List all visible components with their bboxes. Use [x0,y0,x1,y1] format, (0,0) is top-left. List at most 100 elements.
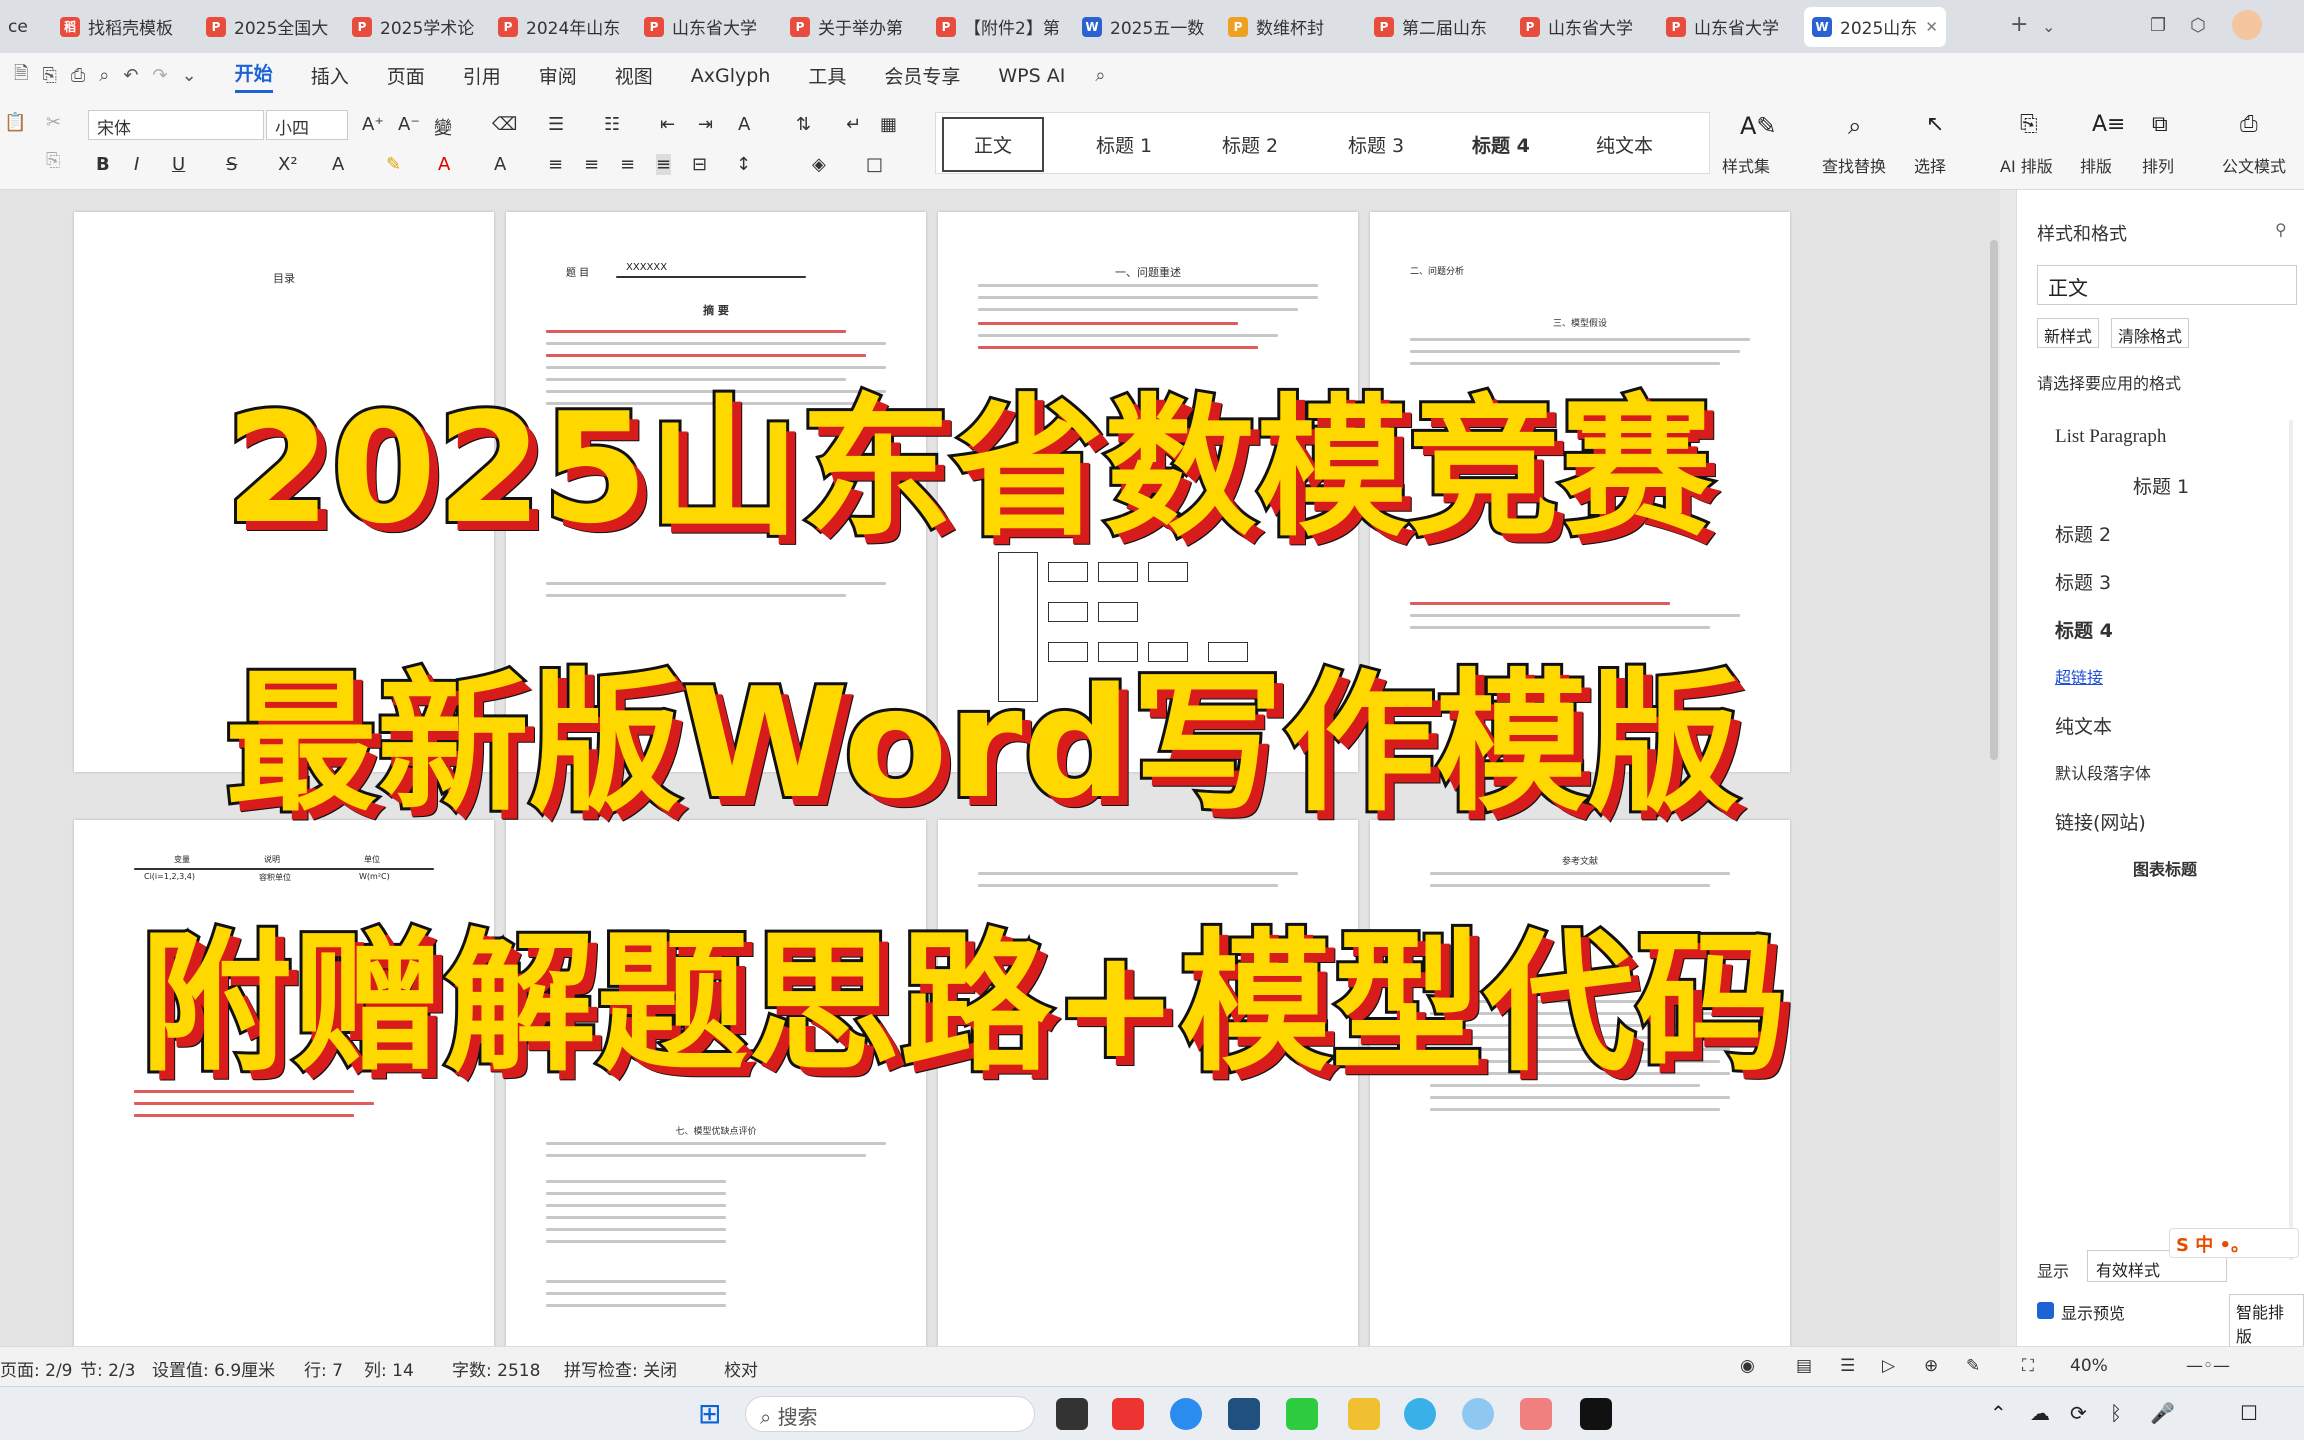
tray-chevron-icon[interactable]: ⌃ [1990,1401,2007,1425]
taskbar-search[interactable]: ⌕ 搜索 [745,1396,1035,1432]
numbering-icon[interactable]: ☷ [604,114,620,135]
borders-icon[interactable]: □ [866,154,883,175]
ai-layout-label[interactable]: AI 排版 [2000,153,2053,177]
text-effect-icon[interactable]: A [332,154,344,175]
font-size-select[interactable]: 小四 [266,110,348,140]
shading-icon[interactable]: ◈ [812,154,826,175]
arrange-icon[interactable]: ⧉ [2152,112,2178,138]
capcut-icon[interactable] [1580,1398,1612,1430]
proofread-button[interactable]: 校对 [724,1356,758,1381]
bold-icon[interactable]: B [96,154,110,175]
official-mode-label[interactable]: 公文模式 [2222,153,2286,177]
find-replace-label[interactable]: 查找替换 [1822,153,1886,177]
style-item[interactable]: 默认段落字体 [2055,760,2151,784]
redo-icon[interactable]: ↷ [152,65,167,86]
wechat-icon[interactable] [1286,1398,1318,1430]
show-marks-icon[interactable]: ↵ [846,114,861,135]
browser-tab[interactable]: P 第二届山东 [1366,7,1508,47]
browser-tab[interactable]: P 数维杯封 [1220,7,1362,47]
style-item[interactable]: 超链接 [2055,664,2103,688]
style-set-label[interactable]: 样式集 [1722,153,1770,177]
close-icon[interactable]: ✕ [1925,18,1938,36]
tab-insert[interactable]: 插入 [311,62,349,89]
browser-tab[interactable]: P 【附件2】第 [928,7,1070,47]
browser-tab[interactable]: P 山东省大学 [1658,7,1800,47]
align-center-icon[interactable]: ≡ [584,154,599,175]
style-plain-text[interactable]: 纯文本 [1596,131,1653,158]
style-normal[interactable]: 正文 [942,117,1045,172]
distribute-icon[interactable]: ⊟ [692,154,707,175]
app-icon[interactable] [1228,1398,1260,1430]
find-replace-icon[interactable]: ⌕ [1848,112,1874,140]
select-label[interactable]: 选择 [1914,153,1946,177]
tab-references[interactable]: 引用 [463,62,501,89]
pen-icon[interactable]: ✎ [1966,1356,1980,1376]
eye-icon[interactable]: ◉ [1740,1356,1755,1376]
align-right-icon[interactable]: ≡ [620,154,635,175]
add-tab-icon[interactable]: + [2010,12,2028,37]
browser-tab[interactable]: P 2025全国大 [198,7,340,47]
window-restore-icon[interactable]: ❐ [2150,15,2166,36]
style-item[interactable]: 标题 4 [2055,616,2113,643]
browser-tab[interactable]: P 山东省大学 [636,7,778,47]
official-mode-icon[interactable]: ⎙ [2240,112,2266,138]
style-item[interactable]: 标题 1 [2133,472,2189,499]
photos-icon[interactable] [1462,1398,1494,1430]
browser-tab[interactable]: P 山东省大学 [1512,7,1654,47]
tab-home[interactable]: 开始 [234,59,273,93]
folder-icon[interactable] [1348,1398,1380,1430]
browser-tab[interactable]: 稻找稻壳模板 [52,7,194,47]
save-icon[interactable]: 🗎 [14,61,28,91]
wps-icon[interactable] [1112,1398,1144,1430]
mic-icon[interactable]: 🎤 [2150,1401,2175,1425]
style-heading-1[interactable]: 标题 1 [1096,131,1152,158]
layout-label[interactable]: 排版 [2080,153,2112,177]
align-left-icon[interactable]: ≡ [548,154,563,175]
highlight-icon[interactable]: ✎ [386,154,401,175]
windows-start-icon[interactable]: ⊞ [698,1397,721,1430]
superscript-icon[interactable]: X² [278,154,298,175]
preview-icon[interactable]: ⌕ [99,65,109,86]
strikethrough-icon[interactable]: S [226,154,237,175]
web-view-icon[interactable]: ⊕ [1924,1356,1938,1376]
table-icon[interactable]: ▦ [880,114,897,135]
outline-view-icon[interactable]: ☰ [1840,1356,1855,1376]
undo-icon[interactable]: ↶ [123,65,138,86]
browser-tab[interactable]: W 2025五一数 [1074,7,1216,47]
cut-icon[interactable]: ✂ [46,112,61,133]
browser-tab[interactable]: P 关于举办第 [782,7,924,47]
style-item[interactable]: 纯文本 [2055,712,2112,739]
fit-page-icon[interactable]: ⛶ [2022,1356,2034,1376]
font-color-icon[interactable]: A [438,154,450,175]
format-painter-icon[interactable]: ⎘ [46,150,60,171]
select-icon[interactable]: ↖ [1926,112,1952,138]
chevron-down-icon[interactable]: ⌄ [2042,17,2055,36]
style-item[interactable]: 标题 2 [2055,520,2111,547]
export-icon[interactable]: ⎘ [42,65,56,86]
setting-value[interactable]: 设置值: 6.9厘米 [152,1356,275,1381]
preview-checkbox[interactable] [2037,1302,2054,1319]
word-count[interactable]: 字数: 2518 [452,1356,540,1381]
tab-member[interactable]: 会员专享 [884,62,960,89]
more-icon[interactable]: ⌄ [182,65,197,86]
style-set-icon[interactable]: A✎ [1740,112,1777,140]
line-spacing-icon[interactable]: ↕ [736,154,751,175]
notification-icon[interactable]: ☐ [2240,1401,2258,1425]
ime-toolbar[interactable]: S 中 •。 [2169,1228,2299,1258]
tab-page[interactable]: 页面 [387,62,425,89]
italic-icon[interactable]: I [134,154,139,175]
zoom-slider[interactable]: —◦— [2186,1356,2230,1376]
ai-layout-icon[interactable]: ⎘ [2020,112,2046,138]
indent-icon[interactable]: ⇥ [698,114,713,135]
style-heading-3[interactable]: 标题 3 [1348,131,1404,158]
section-count[interactable]: 节: 2/3 [80,1356,136,1381]
tab-axglyph[interactable]: AxGlyph [691,65,771,87]
clear-format-icon[interactable]: ⌫ [492,114,517,135]
style-item[interactable]: 图表标题 [2133,856,2197,880]
paste-icon[interactable]: 📋 [4,112,26,133]
browser-tab[interactable]: ce [0,7,48,47]
tab-review[interactable]: 审阅 [539,62,577,89]
spell-check-toggle[interactable]: 拼写检查: 关闭 [564,1356,677,1381]
new-style-button[interactable]: 新样式 [2037,318,2100,348]
tab-view[interactable]: 视图 [615,62,653,89]
